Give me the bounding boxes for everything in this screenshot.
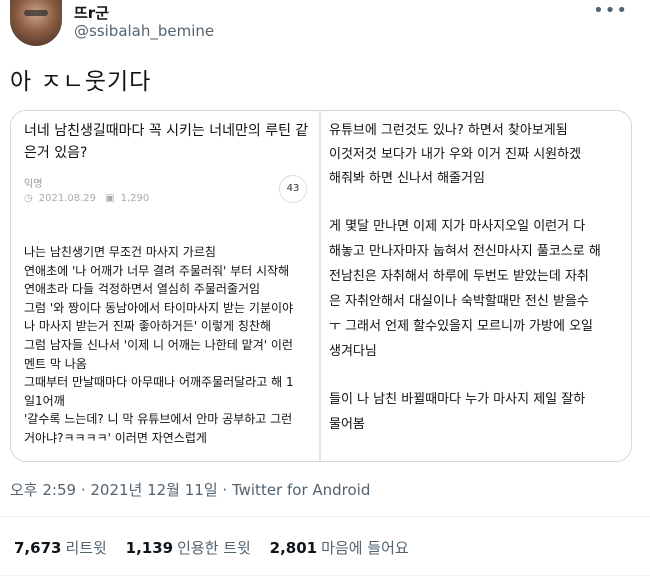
post-body-line: 거아냐?ㅋㅋㅋㅋ' 이러면 자연스럽게 bbox=[24, 430, 207, 445]
media-image-right[interactable]: 유튜브에 그런것도 있나? 하면서 찾아보게됨 이것저것 보다가 내가 우와 이… bbox=[321, 111, 631, 461]
post-body-line: '갈수록 느는데? 니 막 유튜브에서 안마 공부하고 그런 bbox=[24, 412, 293, 427]
tweet-text: 아 ㅈㄴ웃기다 bbox=[10, 69, 152, 95]
comment-count-badge: 43 bbox=[279, 175, 307, 203]
likes-stat[interactable]: 2,801 마음에 들어요 bbox=[270, 539, 409, 557]
clock-icon: ◷ bbox=[24, 193, 33, 204]
post-body-line: 이것저것 보다가 내가 우와 이거 진짜 시원하겠 bbox=[329, 147, 582, 162]
avatar[interactable] bbox=[10, 0, 62, 46]
divider bbox=[0, 516, 650, 517]
user-handle[interactable]: @ssibalah_bemine bbox=[74, 22, 214, 40]
post-body-line: 그때부터 만날때마다 아무때나 어깨주물러달라고 해 1 bbox=[24, 375, 294, 390]
tweet-media[interactable]: 너네 남친생길때마다 꼭 시키는 너네만의 루틴 같은거 있음? 익명 ◷ 202… bbox=[10, 110, 632, 462]
post-body-line: 멘트 막 나옴 bbox=[24, 356, 87, 371]
post-body-line: 해놓고 만나자마자 눕혀서 전신마사지 풀코스로 해 bbox=[329, 244, 601, 259]
more-options-icon[interactable]: ••• bbox=[593, 0, 628, 21]
post-body-line: 유튜브에 그런것도 있나? 하면서 찾아보게됨 bbox=[329, 123, 568, 138]
tweet-timestamp[interactable]: 오후 2:59 · 2021년 12월 11일 · Twitter for An… bbox=[10, 479, 370, 500]
retweets-stat[interactable]: 7,673 리트윗 bbox=[14, 539, 107, 557]
quotes-label: 인용한 트윗 bbox=[177, 539, 251, 557]
post-body-line: 나는 남친생기면 무조건 마사지 가르침 bbox=[24, 245, 216, 259]
tweet-stats: 7,673 리트윗 1,139 인용한 트윗 2,801 마음에 들어요 bbox=[14, 537, 423, 558]
media-image-left[interactable]: 너네 남친생길때마다 꼭 시키는 너네만의 루틴 같은거 있음? 익명 ◷ 202… bbox=[11, 111, 319, 461]
post-body-line: 게 몇달 만나면 이제 지가 마사지오일 이런거 다 bbox=[329, 219, 586, 234]
post-body-line: 연애초라 다들 걱정하면서 열심히 주물러줄거임 bbox=[24, 282, 261, 297]
tweet-card: 뜨r군 @ssibalah_bemine ••• 아 ㅈㄴ웃기다 너네 남친생길… bbox=[0, 0, 650, 580]
post-title: 너네 남친생길때마다 꼭 시키는 너네만의 루틴 같은거 있음? bbox=[24, 123, 309, 161]
retweets-label: 리트윗 bbox=[65, 539, 107, 557]
display-name[interactable]: 뜨r군 bbox=[74, 2, 109, 23]
post-body-line: 나 마사지 받는거 진짜 좋아하거든' 이렇게 칭찬해 bbox=[24, 319, 271, 334]
post-body-line: 일1어깨 bbox=[24, 393, 65, 408]
quotes-stat[interactable]: 1,139 인용한 트윗 bbox=[126, 539, 251, 557]
post-body: 나는 남친생기면 무조건 마사지 가르침 연애초에 '나 어깨가 너무 결려 주… bbox=[24, 243, 316, 448]
post-body-line: 은 자취안해서 대실이나 숙박할때만 전신 받을수 bbox=[329, 294, 589, 309]
post-body-line: 생겨다님 bbox=[329, 344, 377, 359]
post-body-line: 그럼 남자들 신나서 '이제 니 어깨는 나한테 맡겨' 이런 bbox=[24, 337, 293, 352]
views-icon: ▣ bbox=[105, 193, 115, 204]
quotes-count: 1,139 bbox=[125, 539, 174, 557]
post-date: 2021.08.29 bbox=[38, 193, 96, 204]
post-body-line: 전남친은 자취해서 하루에 두번도 받았는데 자취 bbox=[329, 269, 589, 284]
retweets-count: 7,673 bbox=[14, 539, 62, 557]
post-meta: ◷ 2021.08.29 ▣ 1,290 bbox=[24, 193, 155, 204]
post-views: 1,290 bbox=[120, 193, 150, 204]
post-body-line: ㅜ 그래서 언제 할수있을지 모르니까 가방에 오일 bbox=[329, 319, 593, 334]
post-body-line: 들이 나 남친 바뀔때마다 누가 마사지 제일 잘하 bbox=[329, 392, 586, 407]
post-body-line: 해줘봐 하면 신나서 해줄거임 bbox=[329, 171, 485, 186]
post-body-line: 연애초에 '나 어깨가 너무 결려 주물러줘' 부터 시작해 bbox=[24, 263, 290, 278]
likes-count: 2,801 bbox=[269, 539, 318, 557]
post-body-line: 물어봄 bbox=[329, 417, 365, 432]
divider bbox=[0, 575, 650, 576]
post-body-line: 그럼 '와 짱이다 동남아에서 타이마사지 받는 기분이야 bbox=[24, 300, 294, 315]
post-author: 익명 bbox=[24, 179, 43, 190]
likes-label: 마음에 들어요 bbox=[321, 539, 409, 557]
